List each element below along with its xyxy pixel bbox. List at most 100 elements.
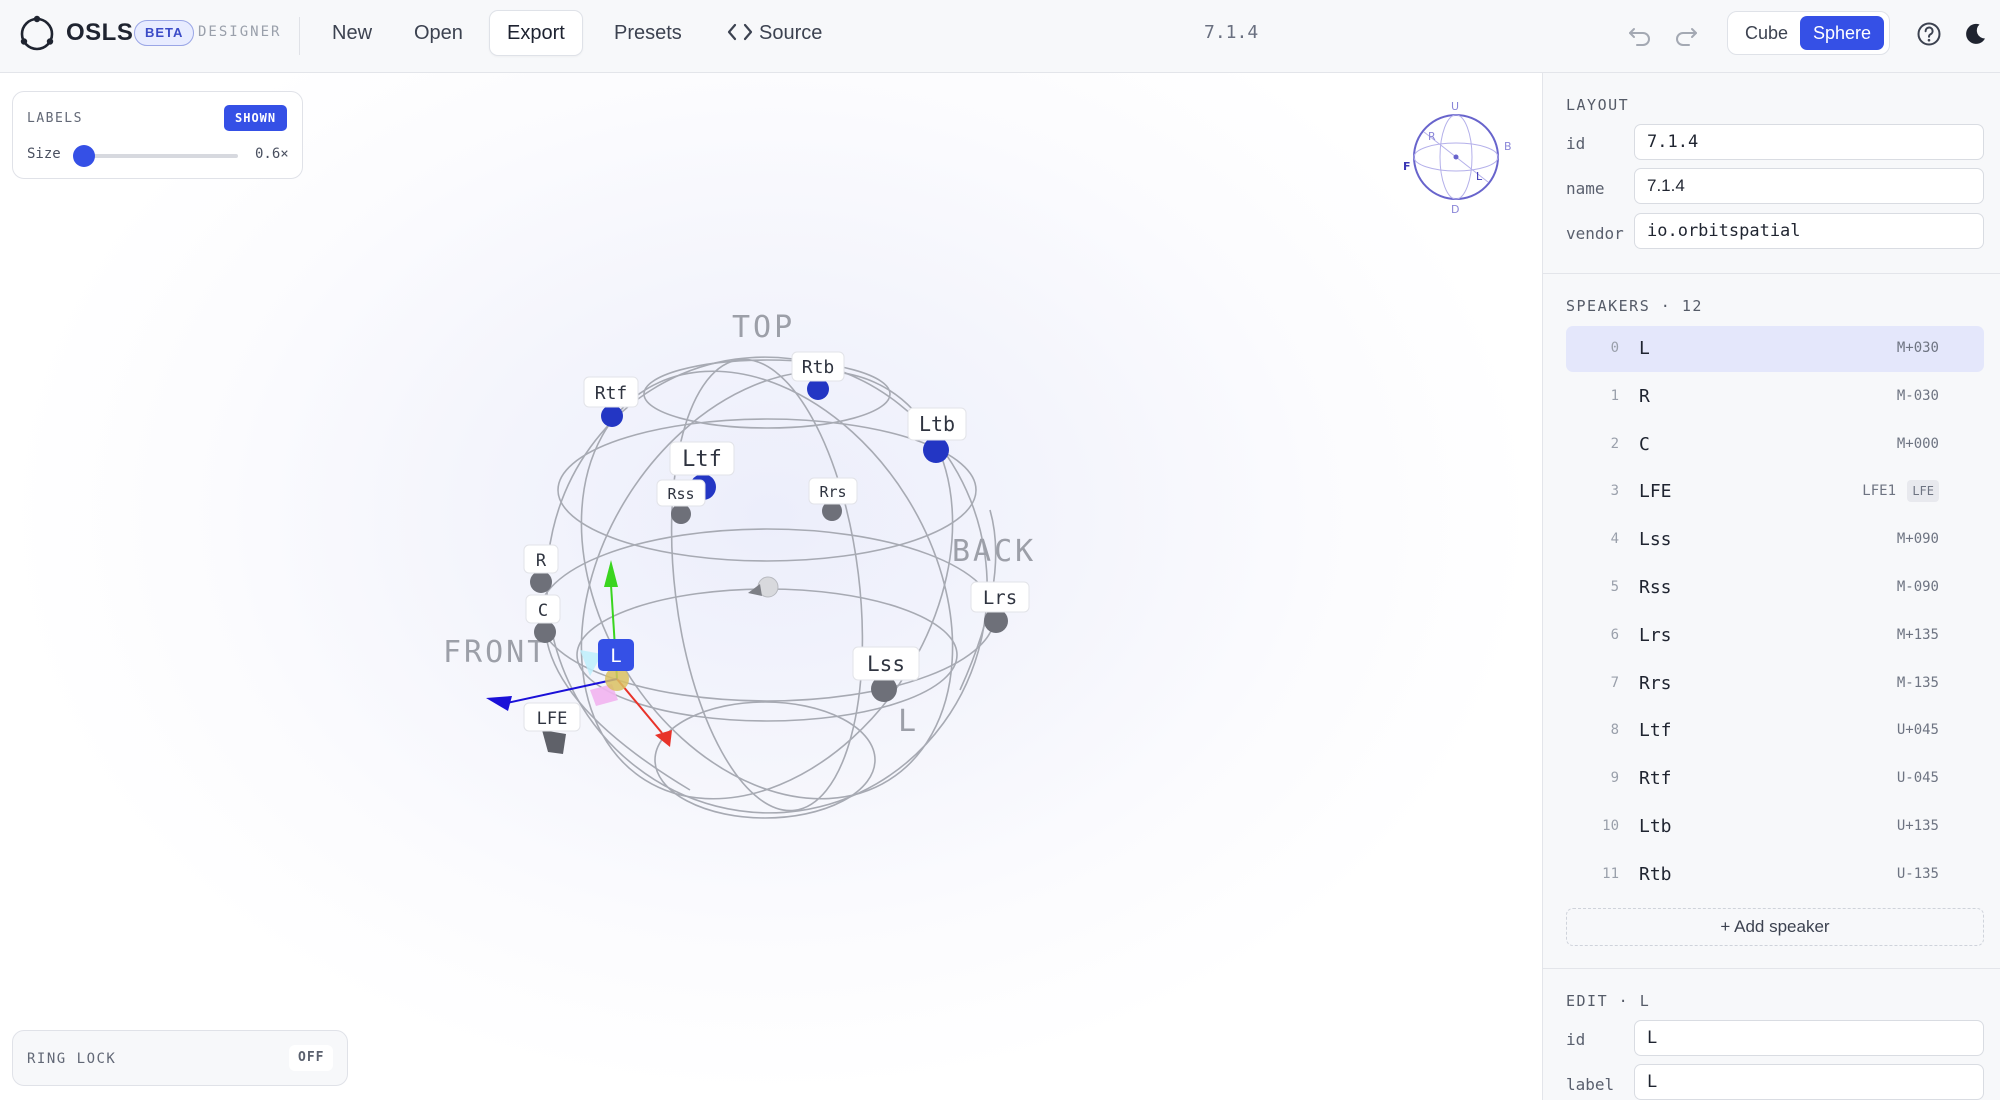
label-c: C <box>538 601 548 621</box>
speaker-list-row[interactable]: 5 Rss M-090 <box>1566 565 1984 611</box>
label-size-slider-track[interactable] <box>85 154 238 158</box>
speaker-index: 9 <box>1610 770 1619 787</box>
labels-shown-toggle[interactable]: SHOWN <box>224 105 288 131</box>
app-logo-icon <box>20 15 54 51</box>
speaker-list-row[interactable]: 11 Rtb U-135 <box>1566 852 1984 898</box>
gizmo-back-label: B <box>1504 140 1512 153</box>
speaker-name: Lss <box>1639 529 1672 551</box>
speaker-code: M+135 <box>1896 626 1939 643</box>
speaker-list-row[interactable]: 7 Rrs M-135 <box>1566 661 1984 707</box>
app-name: OSLS <box>66 19 134 46</box>
layout-vendor-label: vendor <box>1566 224 1624 243</box>
label-size-slider-thumb[interactable] <box>73 145 95 167</box>
speaker-index: 1 <box>1610 387 1619 404</box>
speaker-lfe[interactable] <box>542 730 566 754</box>
labels-title: LABELS <box>27 111 83 126</box>
cube-view-button[interactable]: Cube <box>1732 16 1801 50</box>
speaker-name: Ltb <box>1639 816 1672 837</box>
speaker-code: M+030 <box>1896 340 1939 356</box>
view-mode-toggle: Cube Sphere <box>1727 11 1890 55</box>
face-label-left: L <box>898 704 919 739</box>
inspector-panel: LAYOUT id 7.1.4 name 7.1.4 vendor io.orb… <box>1542 73 2000 1100</box>
add-speaker-button[interactable]: + Add speaker <box>1566 908 1984 946</box>
speaker-name: LFE <box>1639 481 1672 503</box>
gizmo-front-label: F <box>1403 160 1411 173</box>
section-divider <box>1543 273 2000 274</box>
help-icon[interactable] <box>1913 18 1945 50</box>
gizmo-down-label: D <box>1451 203 1459 216</box>
source-button[interactable]: Source <box>712 10 839 56</box>
undo-icon[interactable] <box>1625 20 1655 50</box>
speaker-list-row[interactable]: 3 LFE LFE1 LFE <box>1566 469 1984 515</box>
speaker-list-row[interactable]: 0 L M+030 <box>1566 326 1984 372</box>
speaker-code: U+045 <box>1896 722 1939 739</box>
x-axis-handle[interactable] <box>655 730 672 747</box>
listener-head-icon <box>748 576 779 598</box>
y-axis-handle[interactable] <box>604 560 618 587</box>
speaker-name: Rss <box>1639 577 1672 598</box>
gizmo-left-label: L <box>1476 170 1483 183</box>
speaker-lrs[interactable] <box>984 609 1008 633</box>
speaker-tag-badge: LFE <box>1907 480 1939 503</box>
section-divider <box>1543 968 2000 969</box>
speaker-list-row[interactable]: 10 Ltb U+135 <box>1566 804 1984 850</box>
speaker-list-row[interactable]: 9 Rtf U-045 <box>1566 756 1984 802</box>
speaker-ltb[interactable] <box>923 437 949 463</box>
edit-label-field[interactable]: L <box>1634 1064 1984 1100</box>
ring-lock-title: RING LOCK <box>27 1051 117 1067</box>
edit-id-field[interactable]: L <box>1634 1020 1984 1056</box>
speaker-code: U+135 <box>1896 818 1939 834</box>
speaker-name: Lrs <box>1639 624 1672 646</box>
3d-viewport[interactable]: TOP FRONT BACK L Rtf Rtb Ltb Ltf Rss Rrs… <box>0 73 1542 1100</box>
labels-panel: LABELS SHOWN Size 0.6× <box>12 91 303 179</box>
speaker-list-row[interactable]: 6 Lrs M+135 <box>1566 613 1984 659</box>
speaker-sphere-scene[interactable]: TOP FRONT BACK L Rtf Rtb Ltb Ltf Rss Rrs… <box>0 73 1542 1100</box>
speaker-code: LFE1 <box>1862 483 1896 500</box>
layout-name-field[interactable]: 7.1.4 <box>1634 168 1984 204</box>
face-label-front: FRONT <box>443 635 548 670</box>
speaker-index: 2 <box>1610 435 1619 452</box>
speaker-index: 11 <box>1602 865 1619 882</box>
speaker-list-row[interactable]: 2 C M+000 <box>1566 422 1984 468</box>
label-rtb: Rtb <box>802 357 835 378</box>
gizmo-right-label: R <box>1428 130 1436 143</box>
redo-icon[interactable] <box>1671 20 1701 50</box>
speaker-name: Rtf <box>1639 768 1672 790</box>
speaker-name: Ltf <box>1639 720 1672 742</box>
speaker-name: Rtb <box>1639 863 1672 885</box>
open-button[interactable]: Open <box>397 10 480 56</box>
speaker-code: U-135 <box>1896 865 1939 882</box>
layout-id-label: id <box>1566 134 1586 153</box>
dark-mode-moon-icon[interactable] <box>1959 18 1991 50</box>
z-axis-handle[interactable] <box>486 696 512 711</box>
speaker-index: 6 <box>1610 626 1619 643</box>
speaker-rtf[interactable] <box>601 405 623 427</box>
label-ltf: Ltf <box>682 447 722 472</box>
ring-lock-toggle[interactable]: OFF <box>289 1045 334 1071</box>
layout-id-field[interactable]: 7.1.4 <box>1634 124 1984 160</box>
sphere-view-button[interactable]: Sphere <box>1800 16 1885 50</box>
speaker-name: R <box>1639 385 1650 407</box>
presets-button[interactable]: Presets <box>597 10 699 56</box>
speaker-code: U-045 <box>1896 770 1939 787</box>
layout-section-title: LAYOUT <box>1566 96 1630 114</box>
speaker-code: M-090 <box>1896 579 1939 595</box>
speaker-list-row[interactable]: 8 Ltf U+045 <box>1566 708 1984 754</box>
speaker-list-row[interactable]: 1 R M-030 <box>1566 374 1984 420</box>
speaker-c[interactable] <box>534 621 556 643</box>
edit-section-title: EDIT · L <box>1566 992 1651 1010</box>
edit-id-label: id <box>1566 1030 1586 1049</box>
new-button[interactable]: New <box>315 10 389 56</box>
label-l-selected: L <box>610 645 621 667</box>
speaker-code: M+090 <box>1896 531 1939 548</box>
speaker-r[interactable] <box>530 571 552 593</box>
export-button[interactable]: Export <box>489 10 583 56</box>
speaker-index: 5 <box>1610 579 1619 595</box>
orientation-gizmo[interactable]: U D F B R L <box>1403 100 1512 216</box>
speaker-list-row[interactable]: 4 Lss M+090 <box>1566 517 1984 563</box>
code-icon <box>727 23 753 41</box>
toolbar-divider <box>299 17 300 55</box>
speaker-rss[interactable] <box>671 504 691 524</box>
layout-vendor-field[interactable]: io.orbitspatial <box>1634 213 1984 249</box>
speaker-index: 0 <box>1610 340 1619 356</box>
